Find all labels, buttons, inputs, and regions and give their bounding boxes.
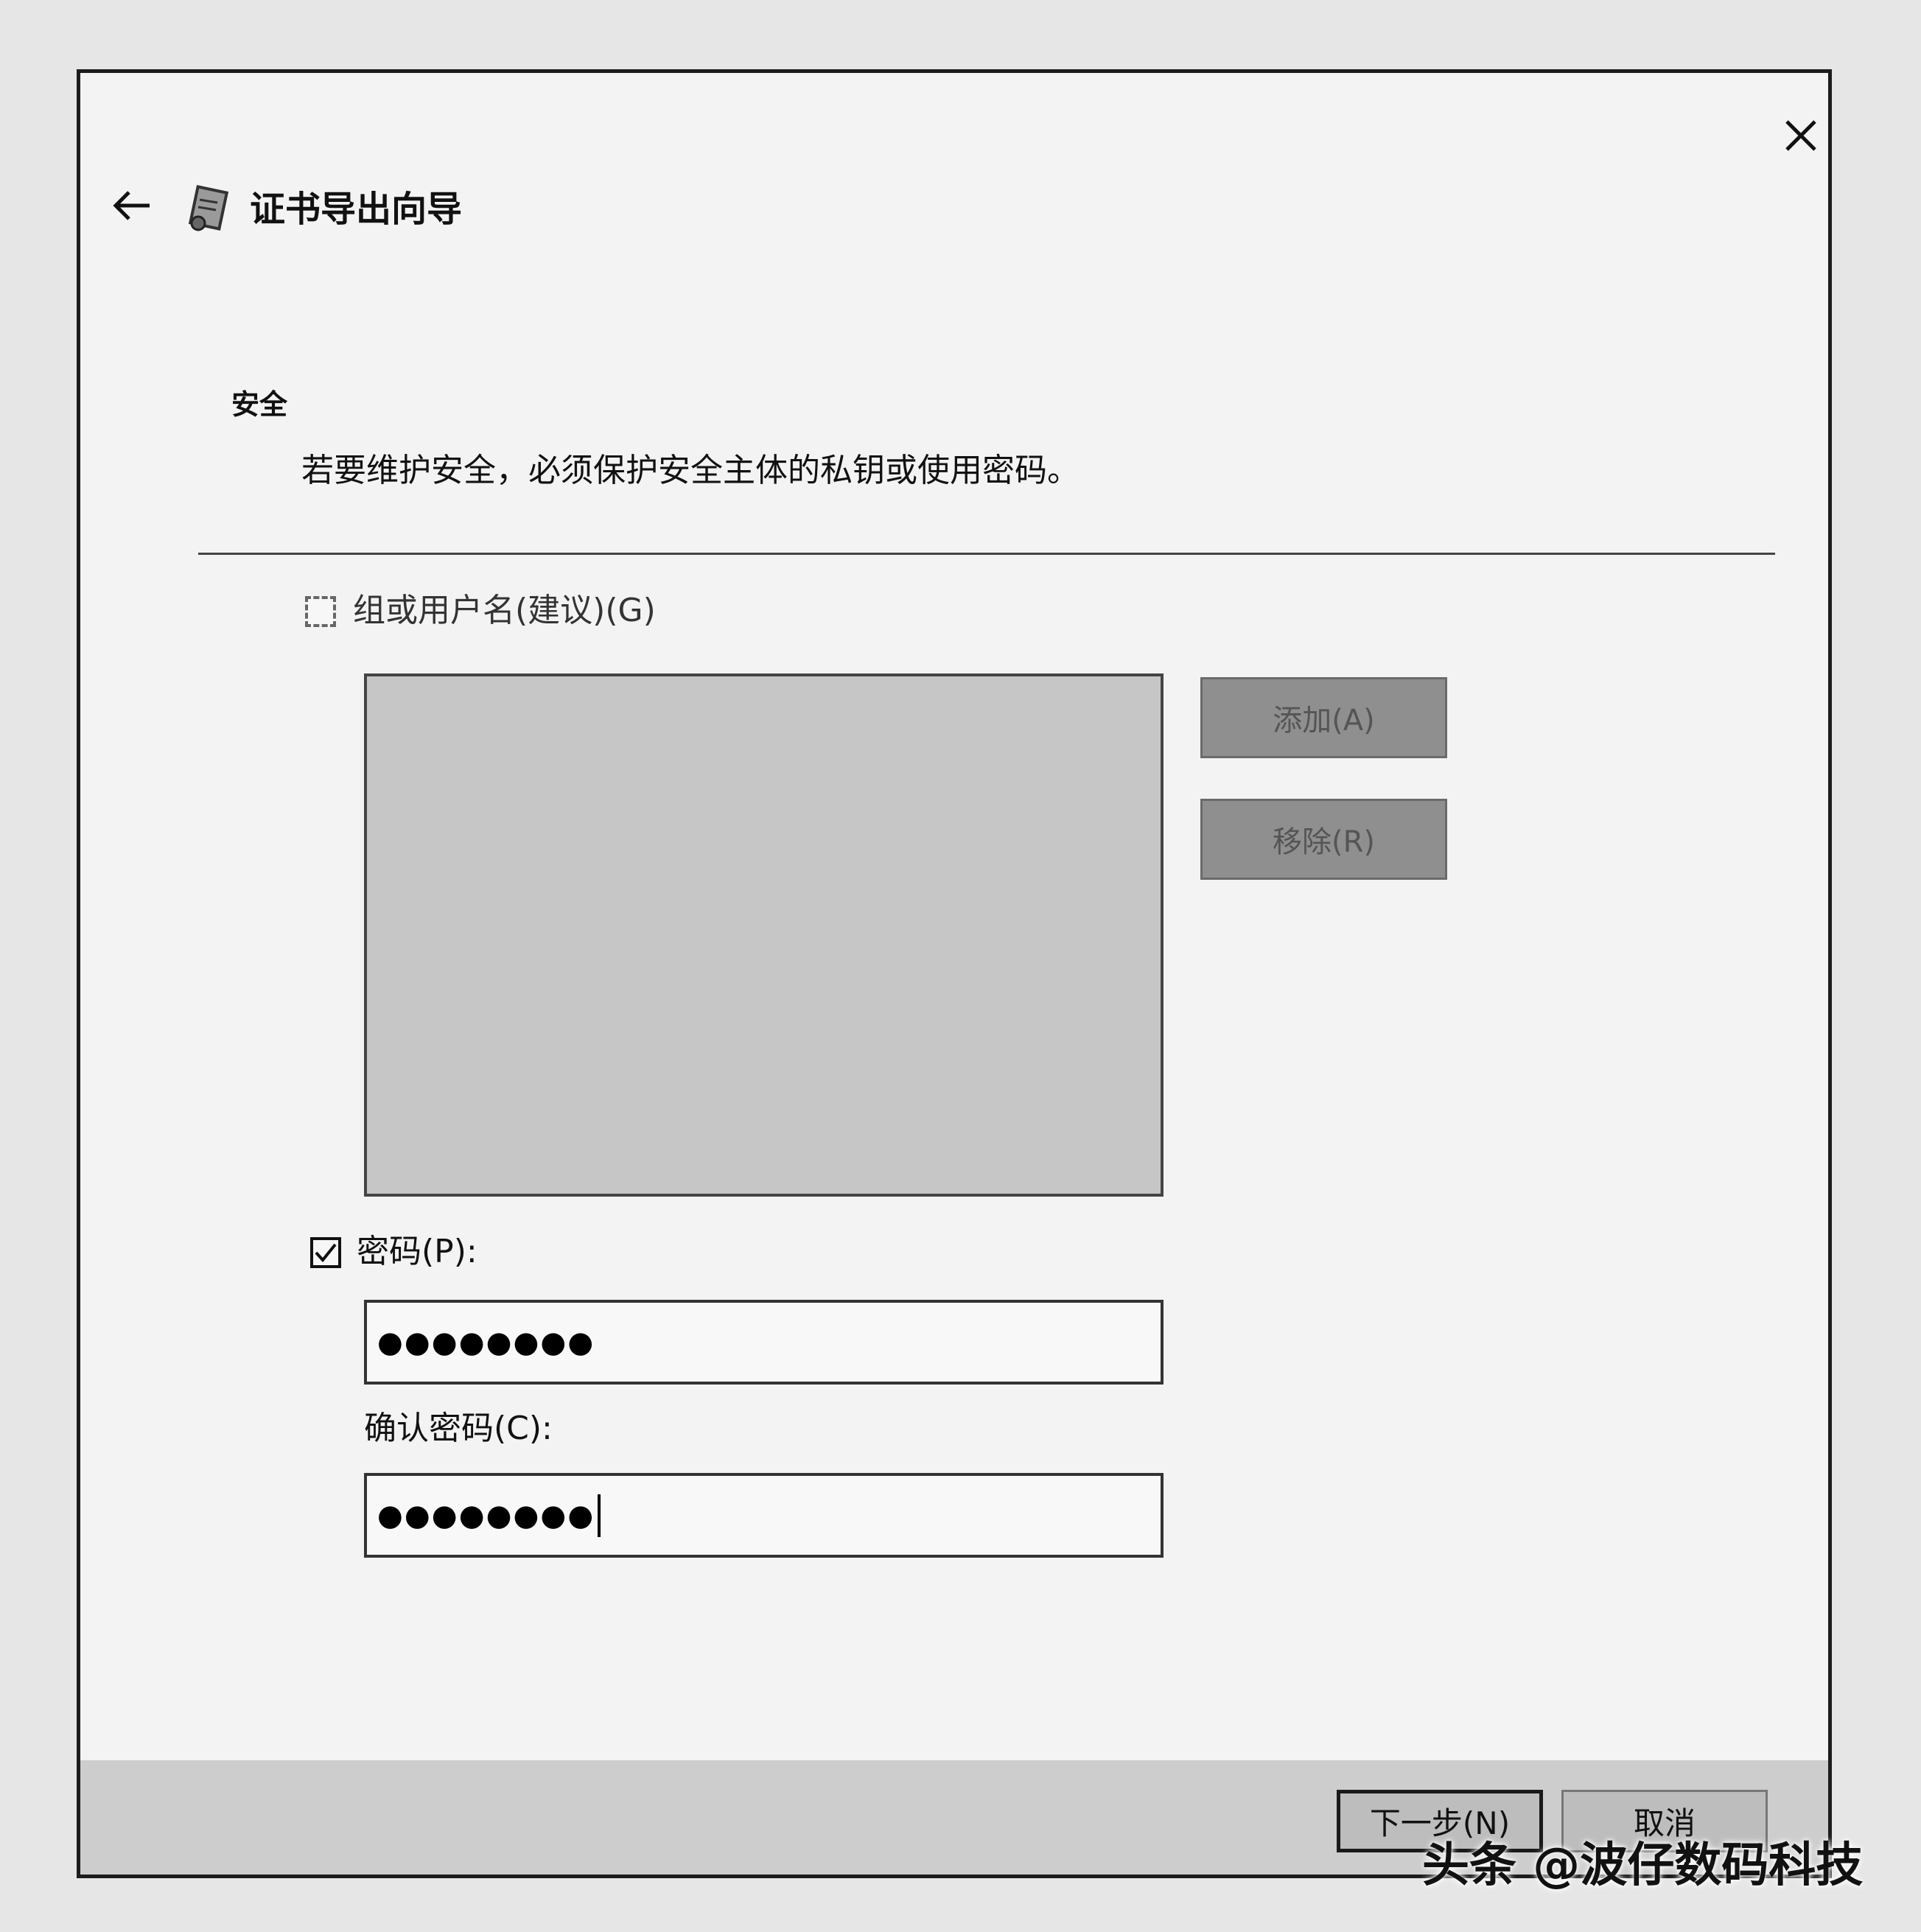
confirm-password-label: 确认密码(C):: [364, 1410, 553, 1447]
back-button[interactable]: [102, 176, 161, 235]
checkmark-icon: [315, 1243, 337, 1263]
back-arrow-icon: [113, 191, 150, 220]
close-button[interactable]: [1760, 102, 1841, 169]
groups-or-usernames-label: 组或用户名(建议)(G): [353, 592, 656, 629]
password-label: 密码(P):: [357, 1233, 477, 1270]
groups-or-usernames-checkbox[interactable]: [305, 596, 336, 627]
add-button[interactable]: 添加(A): [1200, 677, 1447, 758]
confirm-password-masked-value: ●●●●●●●●: [377, 1498, 595, 1533]
certificate-wizard-icon: [188, 185, 229, 231]
section-description: 若要维护安全，必须保护安全主体的私钥或使用密码。: [301, 452, 1080, 489]
header-divider: [198, 553, 1775, 555]
certificate-export-wizard-dialog: 证书导出向导 安全 若要维护安全，必须保护安全主体的私钥或使用密码。 组或用户名…: [77, 69, 1832, 1878]
password-input[interactable]: ●●●●●●●●: [364, 1300, 1164, 1385]
confirm-password-input[interactable]: ●●●●●●●●: [364, 1473, 1164, 1558]
password-masked-value: ●●●●●●●●: [377, 1325, 595, 1359]
section-heading: 安全: [231, 388, 288, 421]
password-checkbox[interactable]: [310, 1237, 341, 1268]
close-icon: [1785, 120, 1816, 151]
remove-button[interactable]: 移除(R): [1200, 799, 1447, 880]
watermark-text: 头条 @波仔数码科技: [1422, 1838, 1864, 1893]
text-caret: [598, 1494, 601, 1537]
wizard-title: 证书导出向导: [250, 189, 463, 230]
security-principals-list[interactable]: [364, 673, 1164, 1197]
